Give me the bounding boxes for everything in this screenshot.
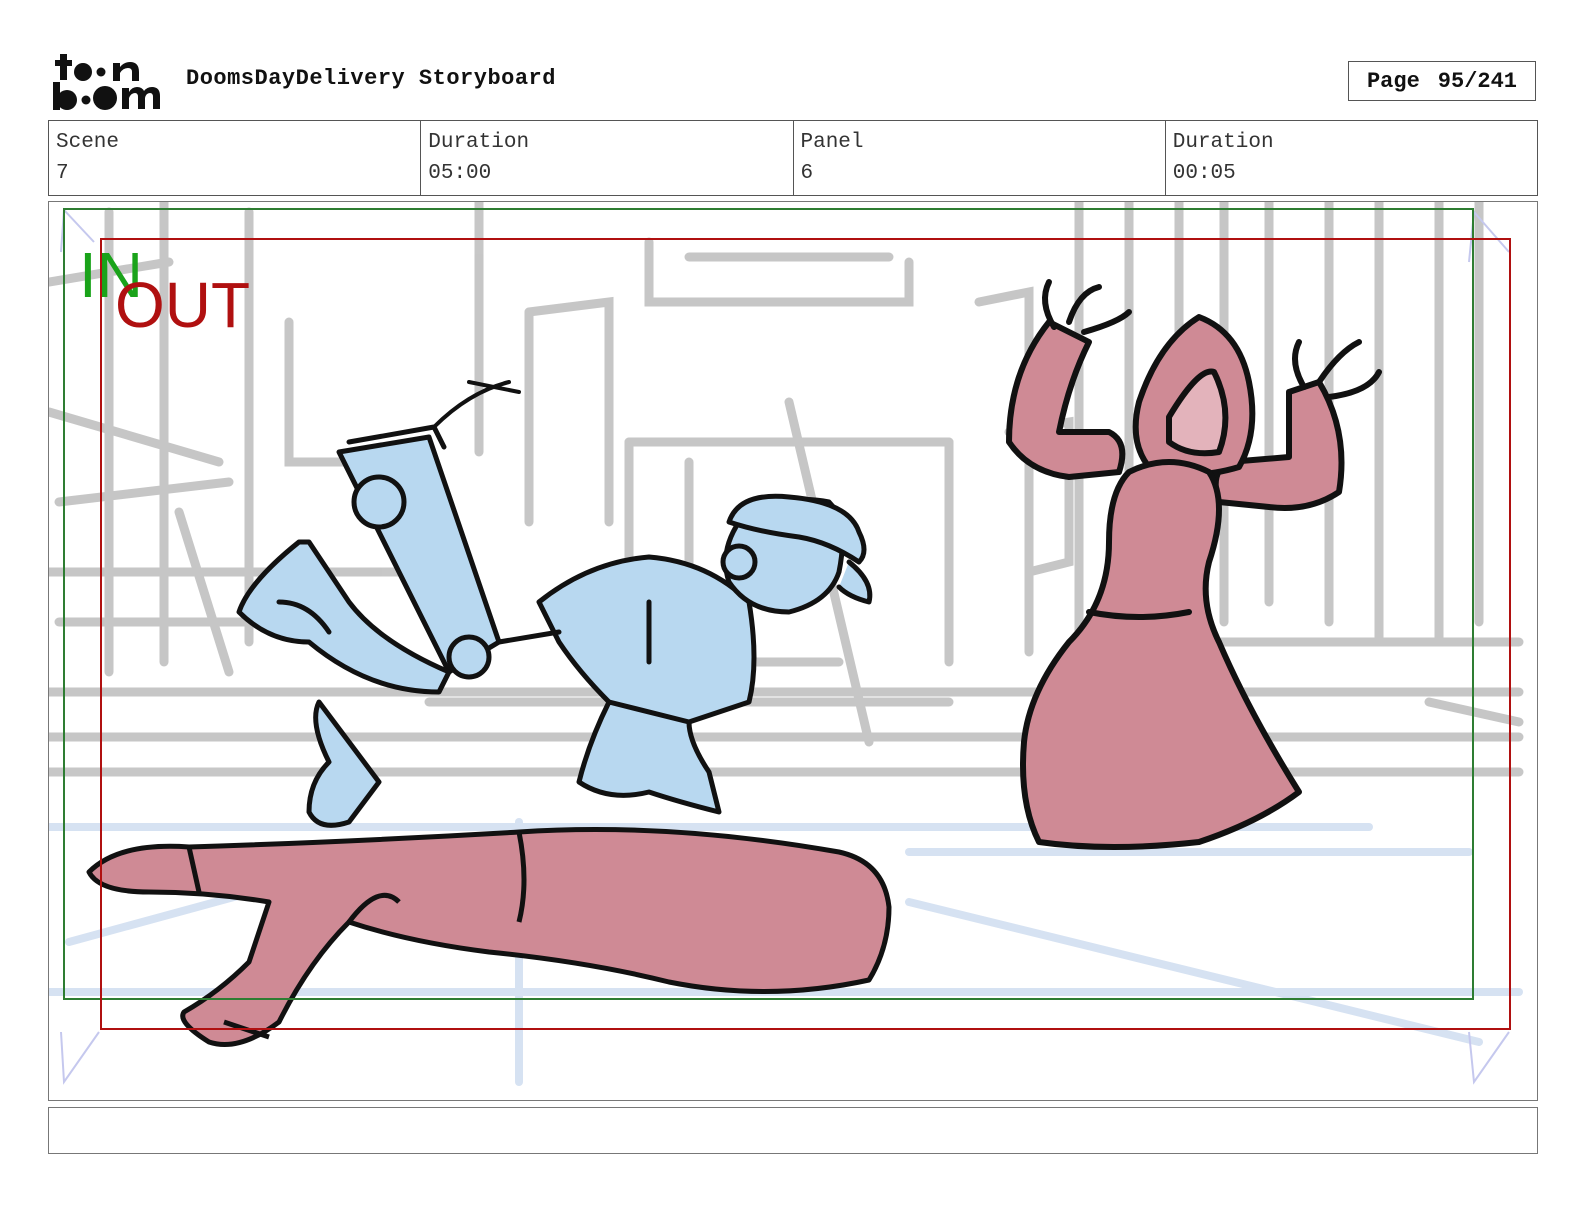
- scene-duration-value: 05:00: [428, 162, 492, 185]
- scene-value: 7: [56, 162, 69, 185]
- scene-info-table: Scene 7 Duration 05:00 Panel 6 Duration …: [48, 120, 1538, 196]
- panel-value: 6: [800, 162, 814, 185]
- out-frame-label: OUT: [115, 269, 250, 341]
- scene-cell: Scene 7: [49, 121, 422, 195]
- panel-duration-cell: Duration 00:05: [1166, 121, 1537, 195]
- page-label: Page: [1366, 68, 1420, 94]
- page-indicator: Page 95/241: [1348, 61, 1536, 101]
- scene-duration-label: Duration: [428, 131, 530, 154]
- panel-notes-box: [48, 1107, 1538, 1154]
- toon-boom-logo: [50, 50, 168, 114]
- blue-delivery-character: [236, 380, 873, 828]
- panel-duration-value: 00:05: [1172, 162, 1236, 185]
- panel-duration-label: Duration: [1172, 131, 1274, 154]
- panel-label: Panel: [800, 131, 864, 154]
- lying-red-figure: [86, 827, 892, 1047]
- scene-duration-cell: Duration 05:00: [421, 121, 794, 195]
- scene-label: Scene: [56, 131, 120, 154]
- storyboard-panel-image: IN OUT: [48, 201, 1538, 1101]
- page-number: 95/241: [1437, 68, 1518, 94]
- document-title: DoomsDayDelivery Storyboard: [186, 66, 556, 91]
- panel-cell: Panel 6: [794, 121, 1166, 195]
